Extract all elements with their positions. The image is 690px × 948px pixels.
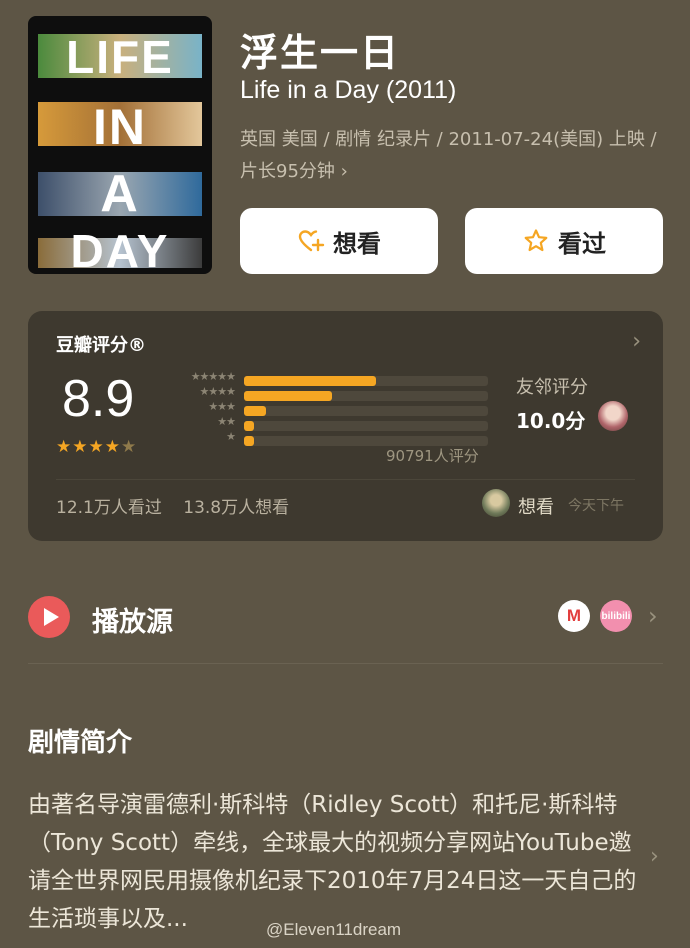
friend-activity-time: 今天下午 [568, 498, 624, 514]
poster-word: IN [93, 99, 147, 155]
bilibili-logo-icon[interactable]: bilibili [600, 600, 632, 632]
poster-word: DAY [70, 225, 170, 274]
movie-original-title: Life in a Day (2011) [240, 76, 457, 104]
rating-card[interactable]: 豆瓣评分® › 8.9 ★★★★★ ★★★★★ ★★★★ ★★★ ★★ ★ 90… [28, 311, 663, 541]
want-to-watch-button[interactable]: 想看 [240, 208, 438, 274]
distribution-stars: ★ [226, 430, 236, 443]
distribution-bar [244, 391, 332, 401]
friend-activity-avatar[interactable] [482, 489, 510, 517]
star-icon: ★ [104, 437, 121, 457]
synopsis-text[interactable]: 由著名导演雷德利·斯科特（Ridley Scott）和托尼·斯科特（Tony S… [28, 786, 640, 938]
star-icon: ★ [88, 437, 105, 457]
rating-title: 豆瓣评分® [56, 335, 146, 356]
movie-meta[interactable]: 英国 美国 / 剧情 纪录片 / 2011-07-24(美国) 上映 / 片长9… [240, 124, 660, 188]
distribution-bar [244, 421, 254, 431]
rating-score: 8.9 [62, 370, 135, 428]
seen-count: 12.1万人看过 [56, 498, 162, 518]
distribution-stars: ★★★ [208, 400, 236, 413]
distribution-stars: ★★ [217, 415, 236, 428]
movie-poster[interactable]: LIFE IN A DAY [28, 16, 212, 274]
star-icon: ★ [56, 437, 73, 457]
friend-rating-score: 10.0分 [516, 409, 586, 433]
want-to-watch-label: 想看 [333, 229, 381, 258]
divider [56, 479, 635, 480]
watermark: @Eleven11dream [266, 920, 402, 939]
distribution-stars: ★★★★★ [190, 370, 236, 383]
friend-rating-label: 友邻评分 [516, 377, 588, 398]
heart-plus-icon [298, 230, 325, 252]
want-count: 13.8万人想看 [183, 498, 290, 518]
rating-count: 90791人评分 [386, 447, 479, 465]
distribution-bar [244, 376, 376, 386]
star-outline-icon [524, 229, 548, 252]
chevron-right-icon: › [650, 844, 659, 869]
movie-title: 浮生一日 [240, 31, 401, 75]
divider [28, 663, 663, 664]
distribution-row: ★★ [170, 415, 490, 433]
star-half-icon: ★ [121, 437, 138, 457]
watched-button[interactable]: 看过 [465, 208, 663, 274]
friend-activity-label: 想看 [518, 497, 554, 518]
synopsis-title: 剧情简介 [28, 728, 133, 758]
rating-stars: ★★★★★ [56, 437, 137, 457]
distribution-stars: ★★★★ [199, 385, 236, 398]
star-icon: ★ [72, 437, 89, 457]
chevron-right-icon: › [632, 329, 641, 354]
mgtv-logo-icon[interactable]: M [558, 600, 590, 632]
poster-word: A [100, 165, 140, 223]
distribution-bar [244, 406, 266, 416]
play-source-label: 播放源 [92, 607, 173, 638]
distribution-bar [244, 436, 254, 446]
chevron-right-icon: › [648, 602, 658, 630]
watch-stats: 12.1万人看过 13.8万人想看 [56, 493, 305, 518]
play-icon [28, 596, 70, 638]
poster-word: LIFE [66, 31, 174, 83]
play-source-row[interactable]: 播放源 M bilibili › [28, 592, 663, 642]
friend-avatar[interactable] [598, 401, 628, 431]
watched-label: 看过 [558, 229, 606, 258]
